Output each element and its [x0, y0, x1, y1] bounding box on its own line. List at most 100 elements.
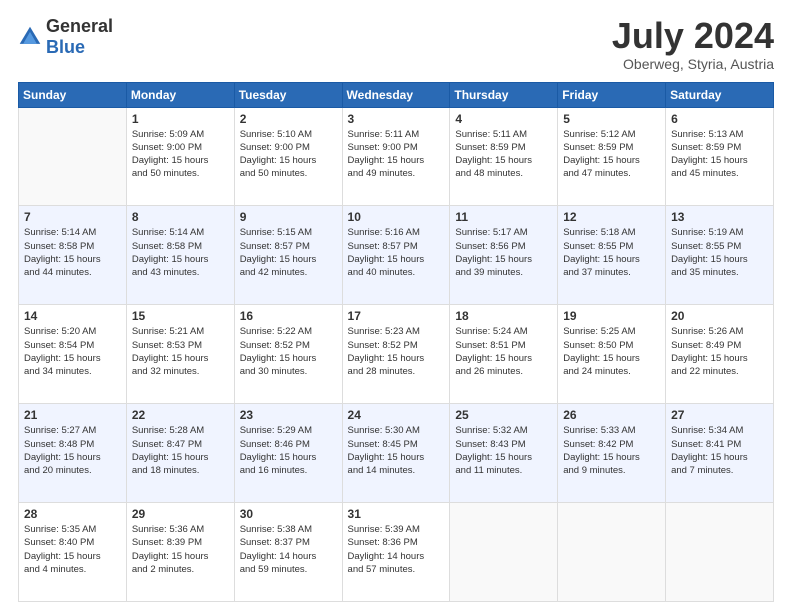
table-row: 10 Sunrise: 5:16 AM Sunset: 8:57 PM Dayli…	[342, 206, 450, 305]
table-row: 5Sunrise: 5:12 AM Sunset: 8:59 PM Daylig…	[558, 107, 666, 206]
table-row: 17 Sunrise: 5:23 AM Sunset: 8:52 PM Dayli…	[342, 305, 450, 404]
calendar-week-row: 14 Sunrise: 5:20 AM Sunset: 8:54 PM Dayli…	[19, 305, 774, 404]
table-row	[19, 107, 127, 206]
cell-info: Sunrise: 5:20 AM Sunset: 8:54 PM Dayligh…	[24, 325, 121, 378]
table-row: 28 Sunrise: 5:35 AM Sunset: 8:40 PM Dayli…	[19, 503, 127, 602]
day-number: 11	[455, 210, 552, 224]
table-row: 23Sunrise: 5:29 AM Sunset: 8:46 PM Dayli…	[234, 404, 342, 503]
cell-info: Sunrise: 5:09 AM Sunset: 9:00 PM Dayligh…	[132, 128, 229, 181]
logo-general: General	[46, 16, 113, 36]
day-number: 31	[348, 507, 445, 521]
day-number: 26	[563, 408, 660, 422]
cell-info: Sunrise: 5:23 AM Sunset: 8:52 PM Dayligh…	[348, 325, 445, 378]
day-number: 1	[132, 112, 229, 126]
cell-info: Sunrise: 5:25 AM Sunset: 8:50 PM Dayligh…	[563, 325, 660, 378]
cell-info: Sunrise: 5:19 AM Sunset: 8:55 PM Dayligh…	[671, 226, 768, 279]
day-number: 18	[455, 309, 552, 323]
cell-info: Sunrise: 5:35 AM Sunset: 8:40 PM Dayligh…	[24, 523, 121, 576]
table-row: 31 Sunrise: 5:39 AM Sunset: 8:36 PM Dayli…	[342, 503, 450, 602]
day-number: 29	[132, 507, 229, 521]
table-row: 7 Sunrise: 5:14 AM Sunset: 8:58 PM Daylig…	[19, 206, 127, 305]
cell-info: Sunrise: 5:32 AM Sunset: 8:43 PM Dayligh…	[455, 424, 552, 477]
cell-info: Sunrise: 5:18 AM Sunset: 8:55 PM Dayligh…	[563, 226, 660, 279]
cell-info: Sunrise: 5:29 AM Sunset: 8:46 PM Dayligh…	[240, 424, 337, 477]
month-year: July 2024	[612, 16, 774, 56]
day-number: 22	[132, 408, 229, 422]
day-number: 3	[348, 112, 445, 126]
header-wednesday: Wednesday	[342, 82, 450, 107]
header-tuesday: Tuesday	[234, 82, 342, 107]
table-row: 9 Sunrise: 5:15 AM Sunset: 8:57 PM Daylig…	[234, 206, 342, 305]
table-row: 2 Sunrise: 5:10 AM Sunset: 9:00 PM Daylig…	[234, 107, 342, 206]
cell-info: Sunrise: 5:27 AM Sunset: 8:48 PM Dayligh…	[24, 424, 121, 477]
day-number: 7	[24, 210, 121, 224]
table-row: 6Sunrise: 5:13 AM Sunset: 8:59 PM Daylig…	[666, 107, 774, 206]
day-number: 8	[132, 210, 229, 224]
calendar-week-row: 7 Sunrise: 5:14 AM Sunset: 8:58 PM Daylig…	[19, 206, 774, 305]
cell-info: Sunrise: 5:13 AM Sunset: 8:59 PM Dayligh…	[671, 128, 768, 181]
calendar-week-row: 21 Sunrise: 5:27 AM Sunset: 8:48 PM Dayli…	[19, 404, 774, 503]
days-header-row: Sunday Monday Tuesday Wednesday Thursday…	[19, 82, 774, 107]
logo-icon	[18, 25, 42, 49]
day-number: 27	[671, 408, 768, 422]
cell-info: Sunrise: 5:15 AM Sunset: 8:57 PM Dayligh…	[240, 226, 337, 279]
day-number: 25	[455, 408, 552, 422]
day-number: 14	[24, 309, 121, 323]
header-saturday: Saturday	[666, 82, 774, 107]
table-row	[666, 503, 774, 602]
cell-info: Sunrise: 5:10 AM Sunset: 9:00 PM Dayligh…	[240, 128, 337, 181]
cell-info: Sunrise: 5:24 AM Sunset: 8:51 PM Dayligh…	[455, 325, 552, 378]
cell-info: Sunrise: 5:38 AM Sunset: 8:37 PM Dayligh…	[240, 523, 337, 576]
table-row: 12Sunrise: 5:18 AM Sunset: 8:55 PM Dayli…	[558, 206, 666, 305]
header-sunday: Sunday	[19, 82, 127, 107]
logo: General Blue	[18, 16, 113, 58]
day-number: 16	[240, 309, 337, 323]
table-row: 27 Sunrise: 5:34 AM Sunset: 8:41 PM Dayli…	[666, 404, 774, 503]
day-number: 15	[132, 309, 229, 323]
calendar-table: Sunday Monday Tuesday Wednesday Thursday…	[18, 82, 774, 602]
cell-info: Sunrise: 5:33 AM Sunset: 8:42 PM Dayligh…	[563, 424, 660, 477]
table-row: 22 Sunrise: 5:28 AM Sunset: 8:47 PM Dayli…	[126, 404, 234, 503]
day-number: 13	[671, 210, 768, 224]
location: Oberweg, Styria, Austria	[612, 56, 774, 72]
cell-info: Sunrise: 5:16 AM Sunset: 8:57 PM Dayligh…	[348, 226, 445, 279]
calendar-page: General Blue July 2024 Oberweg, Styria, …	[0, 0, 792, 612]
cell-info: Sunrise: 5:39 AM Sunset: 8:36 PM Dayligh…	[348, 523, 445, 576]
table-row: 8Sunrise: 5:14 AM Sunset: 8:58 PM Daylig…	[126, 206, 234, 305]
day-number: 9	[240, 210, 337, 224]
cell-info: Sunrise: 5:22 AM Sunset: 8:52 PM Dayligh…	[240, 325, 337, 378]
table-row	[558, 503, 666, 602]
cell-info: Sunrise: 5:30 AM Sunset: 8:45 PM Dayligh…	[348, 424, 445, 477]
day-number: 4	[455, 112, 552, 126]
day-number: 5	[563, 112, 660, 126]
day-number: 19	[563, 309, 660, 323]
table-row: 21 Sunrise: 5:27 AM Sunset: 8:48 PM Dayli…	[19, 404, 127, 503]
calendar-week-row: 28 Sunrise: 5:35 AM Sunset: 8:40 PM Dayli…	[19, 503, 774, 602]
table-row: 26 Sunrise: 5:33 AM Sunset: 8:42 PM Dayli…	[558, 404, 666, 503]
cell-info: Sunrise: 5:36 AM Sunset: 8:39 PM Dayligh…	[132, 523, 229, 576]
day-number: 24	[348, 408, 445, 422]
table-row: 19 Sunrise: 5:25 AM Sunset: 8:50 PM Dayli…	[558, 305, 666, 404]
title-block: July 2024 Oberweg, Styria, Austria	[612, 16, 774, 72]
table-row: 30 Sunrise: 5:38 AM Sunset: 8:37 PM Dayli…	[234, 503, 342, 602]
day-number: 10	[348, 210, 445, 224]
cell-info: Sunrise: 5:17 AM Sunset: 8:56 PM Dayligh…	[455, 226, 552, 279]
cell-info: Sunrise: 5:14 AM Sunset: 8:58 PM Dayligh…	[24, 226, 121, 279]
cell-info: Sunrise: 5:11 AM Sunset: 8:59 PM Dayligh…	[455, 128, 552, 181]
table-row: 11 Sunrise: 5:17 AM Sunset: 8:56 PM Dayli…	[450, 206, 558, 305]
cell-info: Sunrise: 5:34 AM Sunset: 8:41 PM Dayligh…	[671, 424, 768, 477]
table-row: 16 Sunrise: 5:22 AM Sunset: 8:52 PM Dayli…	[234, 305, 342, 404]
cell-info: Sunrise: 5:28 AM Sunset: 8:47 PM Dayligh…	[132, 424, 229, 477]
table-row: 18 Sunrise: 5:24 AM Sunset: 8:51 PM Dayli…	[450, 305, 558, 404]
day-number: 21	[24, 408, 121, 422]
day-number: 30	[240, 507, 337, 521]
cell-info: Sunrise: 5:21 AM Sunset: 8:53 PM Dayligh…	[132, 325, 229, 378]
table-row: 3Sunrise: 5:11 AM Sunset: 9:00 PM Daylig…	[342, 107, 450, 206]
day-number: 28	[24, 507, 121, 521]
day-number: 17	[348, 309, 445, 323]
day-number: 2	[240, 112, 337, 126]
table-row: 15 Sunrise: 5:21 AM Sunset: 8:53 PM Dayli…	[126, 305, 234, 404]
table-row: 14 Sunrise: 5:20 AM Sunset: 8:54 PM Dayli…	[19, 305, 127, 404]
header-friday: Friday	[558, 82, 666, 107]
header-thursday: Thursday	[450, 82, 558, 107]
